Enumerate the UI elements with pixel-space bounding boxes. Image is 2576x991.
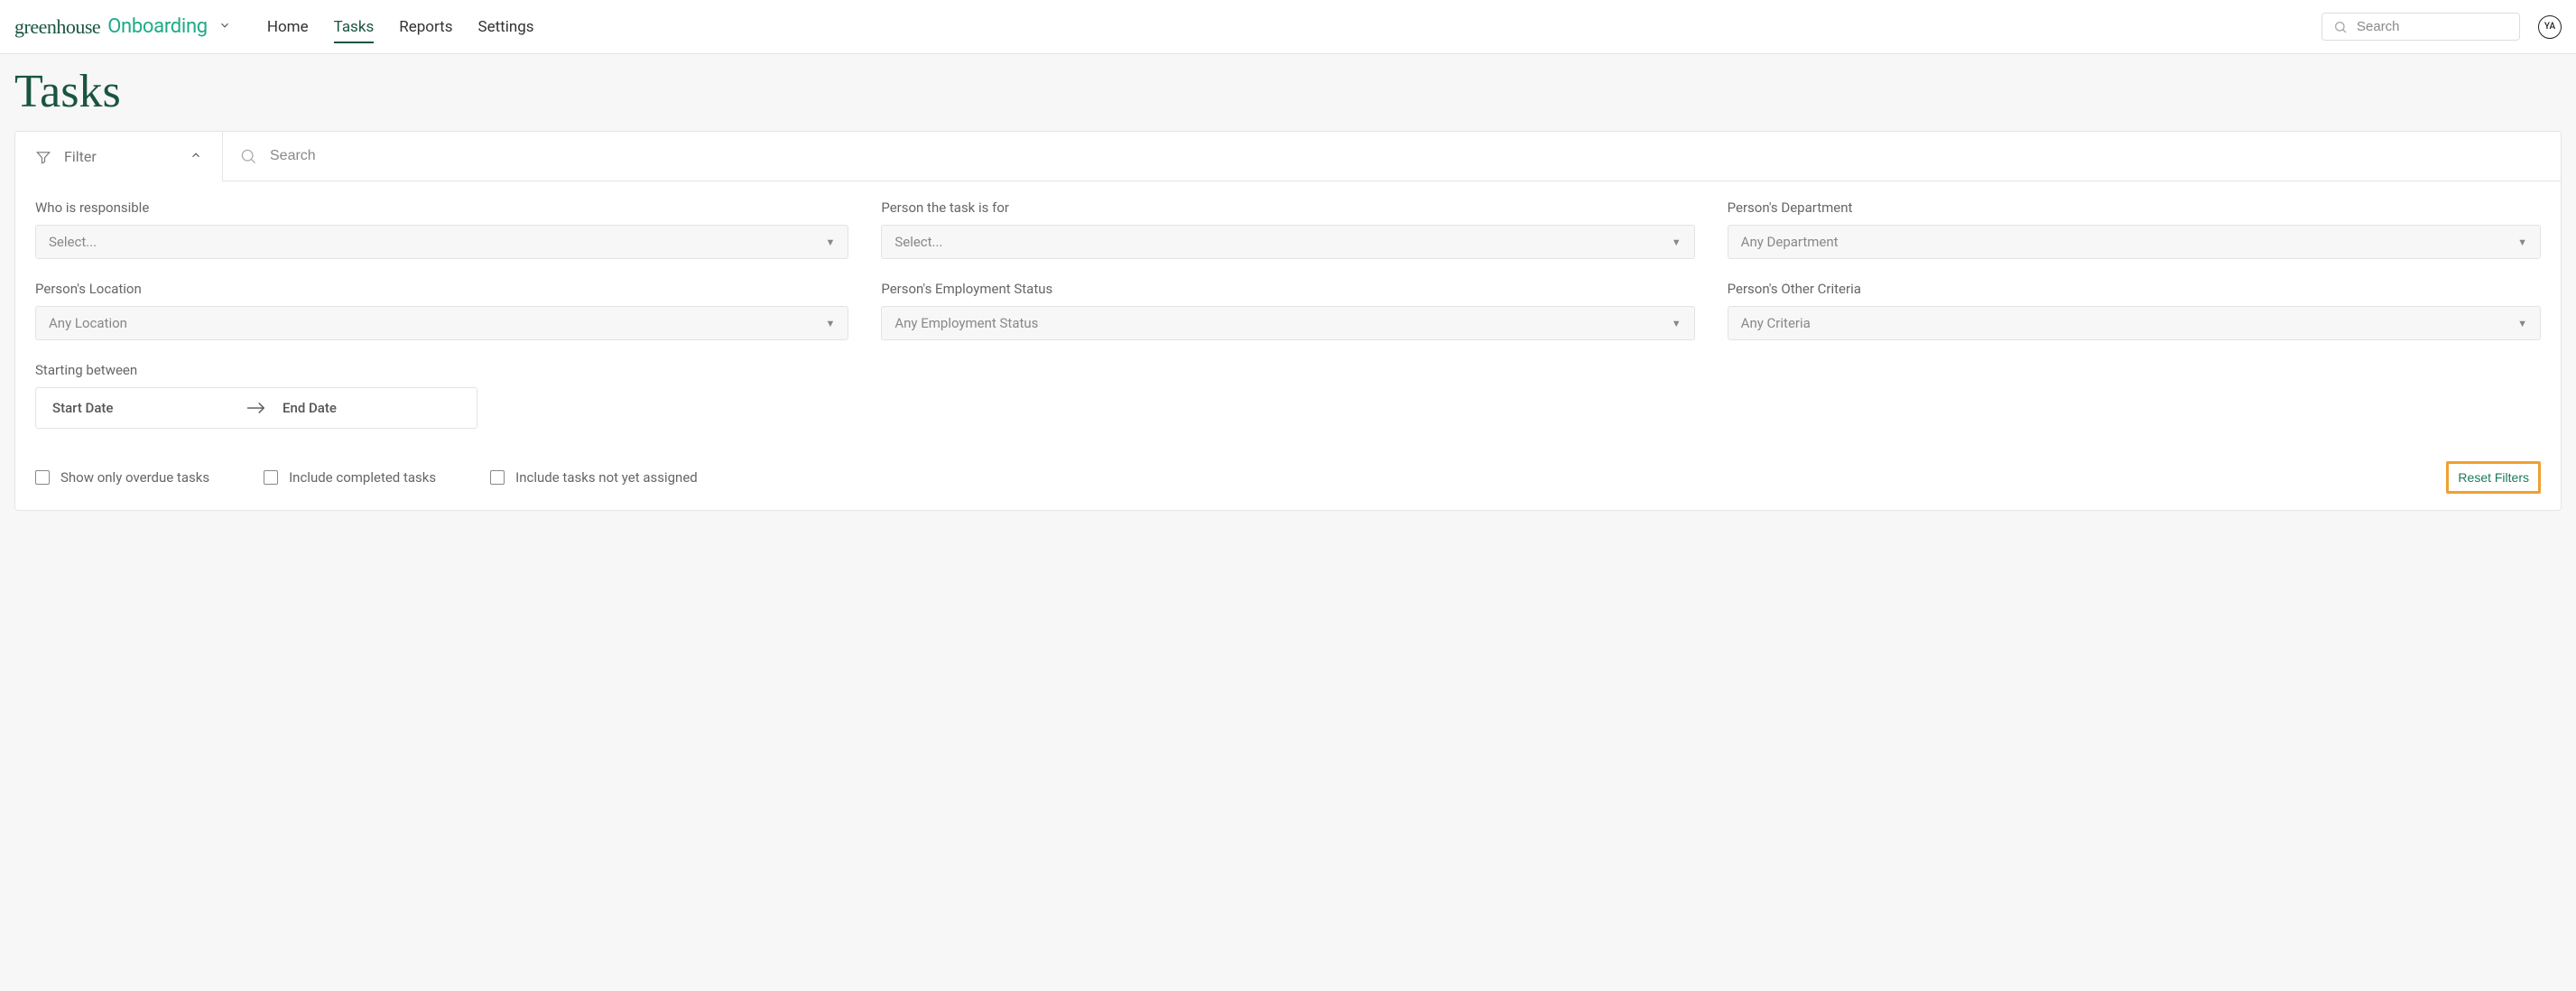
checkbox-icon	[264, 470, 278, 485]
select-department[interactable]: Any Department ▼	[1728, 225, 2541, 259]
field-other-criteria: Person's Other Criteria Any Criteria ▼	[1728, 281, 2541, 340]
checkbox-label: Include tasks not yet assigned	[515, 469, 698, 486]
filter-footer: Show only overdue tasks Include complete…	[35, 429, 2541, 494]
select-placeholder: Any Criteria	[1741, 315, 1811, 331]
field-person-for: Person the task is for Select... ▼	[881, 199, 1694, 259]
filter-label: Filter	[64, 148, 177, 165]
avatar[interactable]: YA	[2538, 15, 2562, 39]
reset-filters-button[interactable]: Reset Filters	[2446, 461, 2541, 494]
nav-settings[interactable]: Settings	[477, 2, 533, 52]
caret-down-icon: ▼	[1672, 236, 1682, 248]
search-icon	[239, 147, 257, 165]
product-switcher[interactable]: greenhouse Onboarding	[14, 15, 231, 39]
main-nav: Home Tasks Reports Settings	[267, 2, 2321, 52]
field-label: Person's Department	[1728, 199, 2541, 216]
field-label: Person's Other Criteria	[1728, 281, 2541, 297]
caret-down-icon: ▼	[2517, 236, 2527, 248]
select-placeholder: Any Department	[1741, 234, 1839, 250]
checkbox-overdue[interactable]: Show only overdue tasks	[35, 469, 209, 486]
filter-search-input[interactable]	[270, 148, 2544, 164]
filter-icon	[35, 149, 51, 165]
select-placeholder: Any Employment Status	[894, 315, 1038, 331]
nav-tasks[interactable]: Tasks	[334, 2, 375, 52]
select-placeholder: Any Location	[49, 315, 127, 331]
caret-down-icon: ▼	[825, 236, 835, 248]
field-starting-between: Starting between Start Date End Date	[35, 362, 477, 429]
field-label: Person's Employment Status	[881, 281, 1694, 297]
end-date-slot: End Date	[283, 400, 460, 416]
chevron-down-icon	[218, 19, 231, 35]
field-label: Person's Location	[35, 281, 848, 297]
checkbox-icon	[35, 470, 50, 485]
field-employment-status: Person's Employment Status Any Employmen…	[881, 281, 1694, 340]
checkbox-label: Show only overdue tasks	[60, 469, 209, 486]
caret-down-icon: ▼	[2517, 318, 2527, 329]
global-search-input[interactable]	[2357, 19, 2536, 34]
checkbox-not-assigned[interactable]: Include tasks not yet assigned	[490, 469, 698, 486]
select-person-for[interactable]: Select... ▼	[881, 225, 1694, 259]
select-placeholder: Select...	[49, 234, 97, 250]
page-title: Tasks	[14, 65, 2562, 118]
checkbox-icon	[490, 470, 505, 485]
select-placeholder: Select...	[894, 234, 942, 250]
global-search[interactable]	[2321, 13, 2520, 41]
select-responsible[interactable]: Select... ▼	[35, 225, 848, 259]
caret-down-icon: ▼	[825, 318, 835, 329]
date-range-picker[interactable]: Start Date End Date	[35, 387, 477, 429]
start-date-slot: Start Date	[52, 400, 230, 416]
logo-onboarding: Onboarding	[107, 15, 208, 38]
field-label: Who is responsible	[35, 199, 848, 216]
filter-toggle[interactable]: Filter	[15, 132, 223, 181]
filter-search[interactable]	[223, 132, 2561, 181]
nav-home[interactable]: Home	[267, 2, 309, 52]
search-icon	[2333, 20, 2348, 34]
logo-greenhouse: greenhouse	[14, 15, 100, 39]
app-header: greenhouse Onboarding Home Tasks Reports…	[0, 0, 2576, 54]
header-right: YA	[2321, 13, 2562, 41]
page: Tasks Filter Who is responsible	[0, 54, 2576, 529]
field-department: Person's Department Any Department ▼	[1728, 199, 2541, 259]
select-employment-status[interactable]: Any Employment Status ▼	[881, 306, 1694, 340]
checkbox-label: Include completed tasks	[289, 469, 436, 486]
nav-reports[interactable]: Reports	[399, 2, 452, 52]
chevron-up-icon	[190, 149, 202, 165]
field-label: Person the task is for	[881, 199, 1694, 216]
field-responsible: Who is responsible Select... ▼	[35, 199, 848, 259]
select-location[interactable]: Any Location ▼	[35, 306, 848, 340]
filter-grid: Who is responsible Select... ▼ Person th…	[35, 199, 2541, 340]
select-other-criteria[interactable]: Any Criteria ▼	[1728, 306, 2541, 340]
field-location: Person's Location Any Location ▼	[35, 281, 848, 340]
caret-down-icon: ▼	[1672, 318, 1682, 329]
arrow-right-icon	[246, 397, 266, 419]
field-label: Starting between	[35, 362, 477, 378]
filter-panel: Filter Who is responsible Select... ▼	[14, 131, 2562, 511]
filter-top-row: Filter	[15, 132, 2561, 181]
checkbox-completed[interactable]: Include completed tasks	[264, 469, 436, 486]
filter-body: Who is responsible Select... ▼ Person th…	[15, 181, 2561, 510]
